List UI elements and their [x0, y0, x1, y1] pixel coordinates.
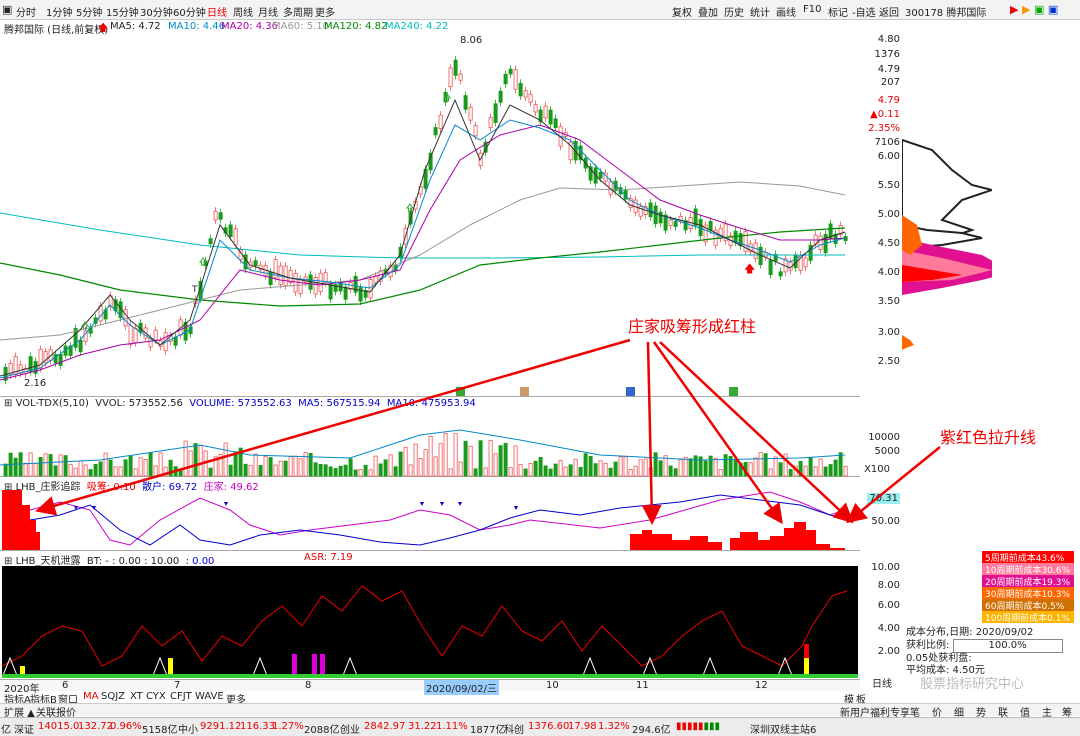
- tab-xt[interactable]: XT: [130, 691, 143, 702]
- tab-sqjz[interactable]: SQJZ: [101, 691, 125, 702]
- cost-info: 成本分布,日期: 2020/09/02 获利比例: 100.0% 0.05处获利…: [906, 627, 1078, 691]
- flag-icons[interactable]: ▶ ▶ ▣ ▣: [1010, 3, 1058, 16]
- indicator-tabs: 指标A 指标B 窗口 MA SQJZ XT CYX CFJT WAVE 更多 模…: [0, 691, 870, 706]
- tab-ma[interactable]: MA: [83, 691, 98, 702]
- annotation-arrows: [35, 338, 941, 525]
- profit-value: 100.0%: [952, 639, 1063, 653]
- expand-bar: 扩展 ▲ 关联报价 新用户福利专享 笔 价 细 势 联 值 主 筹: [0, 703, 1080, 719]
- annotation-red-col: 庄家吸筹形成红柱: [628, 317, 757, 336]
- x-axis: 2020年 6 7 8 2020/09/02/三 10 11 12: [0, 679, 860, 695]
- lhb-tianji-axis: 10.00 8.00 6.00 4.00 2.00: [871, 562, 900, 657]
- tab-daily[interactable]: 日线: [872, 679, 892, 691]
- side-tabs: 日线: [872, 679, 892, 691]
- tab-wave[interactable]: WAVE: [195, 691, 224, 702]
- annotation-pull-line: 紫红色拉升线: [940, 428, 1037, 447]
- tab-cfjt[interactable]: CFJT: [170, 691, 192, 702]
- tab-cyx[interactable]: CYX: [146, 691, 166, 702]
- station-name[interactable]: 深圳双线主站6: [750, 721, 816, 736]
- lhb-tianji-chart: [2, 566, 858, 678]
- status-bar: 亿 深证 14015.0 132.72 0.96% 5158亿 中小 9291.…: [0, 717, 1080, 736]
- tick-bars: ▮▮▮▮▮▮▮▮: [676, 721, 721, 732]
